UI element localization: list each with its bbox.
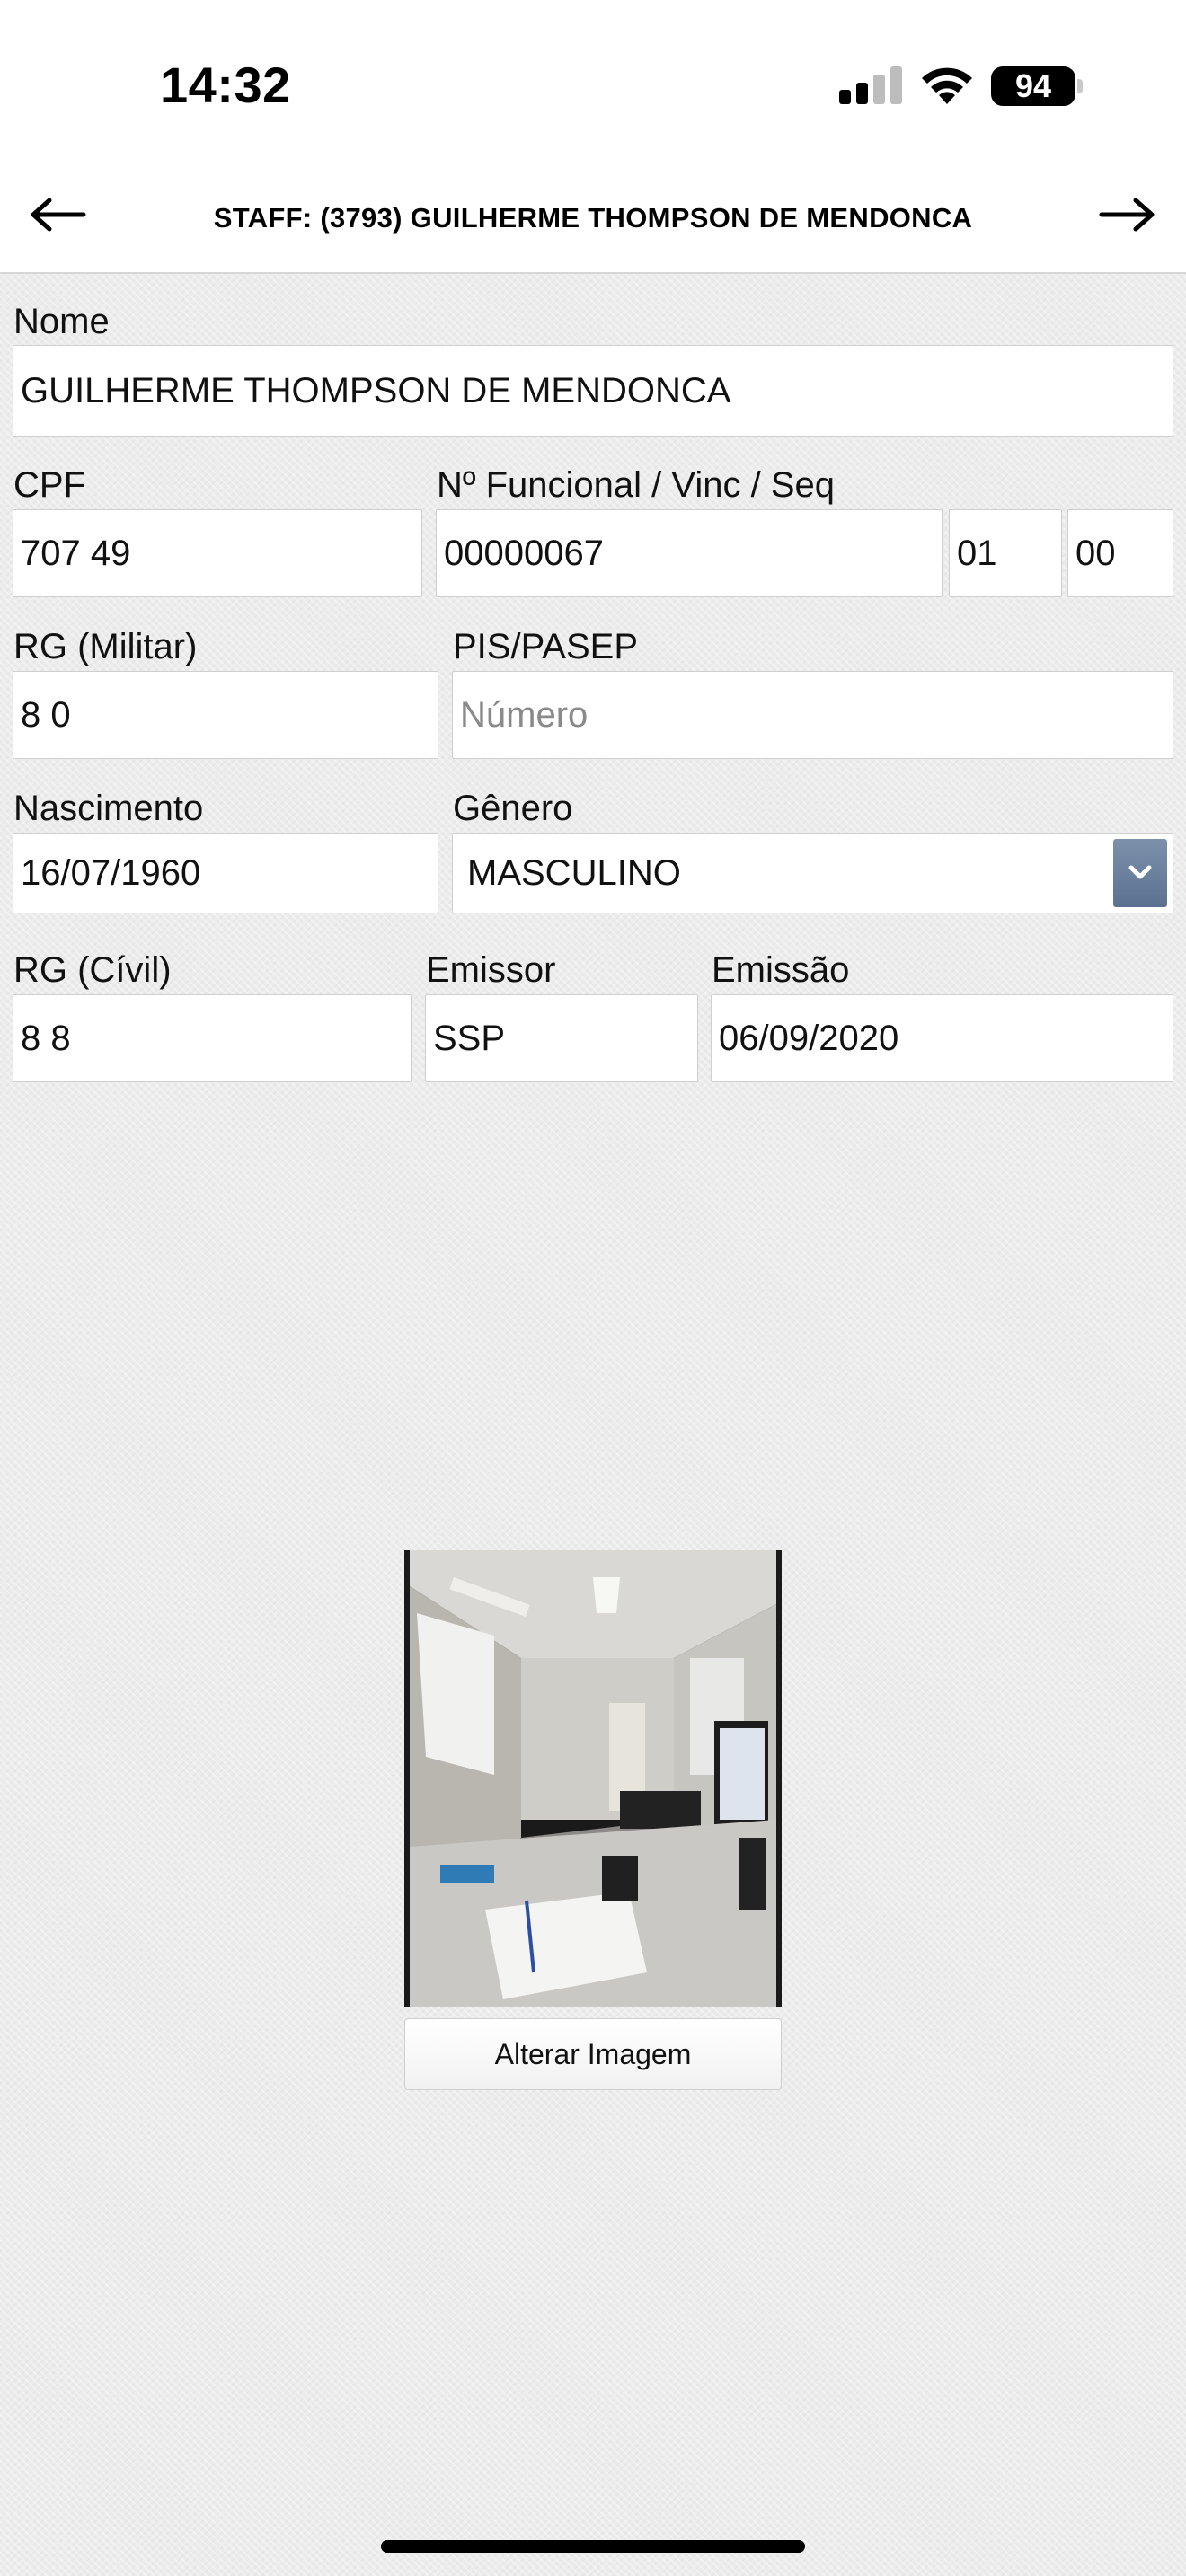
nascimento-field[interactable]: 16/07/1960 — [13, 833, 438, 913]
emissao-field[interactable]: 06/09/2020 — [711, 994, 1173, 1082]
navigation-header: STAFF: (3793) GUILHERME THOMPSON DE MEND… — [0, 175, 1186, 274]
page-title: STAFF: (3793) GUILHERME THOMPSON DE MEND… — [213, 202, 973, 234]
pis-pasep-field[interactable]: Número — [452, 671, 1173, 759]
battery-icon: 94 — [991, 66, 1075, 106]
nascimento-value: 16/07/1960 — [21, 852, 201, 893]
cellular-signal-icon — [839, 65, 902, 104]
rg-civil-label: RG (Cívil) — [13, 950, 172, 990]
change-image-button[interactable]: Alterar Imagem — [404, 2018, 782, 2090]
status-time: 14:32 — [160, 57, 291, 113]
genero-select[interactable]: MASCULINO — [452, 833, 1173, 913]
emissor-label: Emissor — [426, 950, 556, 990]
wifi-icon — [922, 67, 972, 104]
nome-label: Nome — [13, 302, 110, 341]
pis-pasep-label: PIS/PASEP — [453, 627, 639, 666]
nome-field[interactable]: GUILHERME THOMPSON DE MENDONCA — [13, 345, 1173, 437]
seq-field[interactable]: 00 — [1067, 509, 1173, 597]
status-bar: 14:32 94 — [0, 0, 1186, 175]
select-arrow-button[interactable] — [1113, 839, 1167, 907]
funcional-label: Nº Funcional / Vinc / Seq — [437, 465, 835, 505]
rg-militar-label: RG (Militar) — [13, 627, 198, 666]
chevron-down-icon — [1128, 865, 1152, 879]
genero-value: MASCULINO — [467, 852, 681, 893]
arrow-right-icon[interactable] — [1098, 197, 1155, 233]
emissor-value: SSP — [433, 1018, 506, 1058]
cpf-label: CPF — [13, 465, 85, 505]
vinc-field[interactable]: 01 — [949, 509, 1062, 597]
emissor-field[interactable]: SSP — [425, 994, 698, 1082]
battery-tip — [1077, 79, 1083, 93]
nome-value: GUILHERME THOMPSON DE MENDONCA — [21, 370, 731, 410]
cpf-field[interactable]: 707 49 — [13, 509, 422, 597]
seq-value: 00 — [1075, 533, 1116, 573]
profile-photo — [404, 1550, 782, 2007]
genero-label: Gênero — [453, 789, 573, 828]
pis-pasep-placeholder: Número — [460, 694, 589, 735]
cpf-value: 707 49 — [21, 533, 131, 573]
rg-civil-field[interactable]: 8 8 — [13, 994, 412, 1082]
funcional-number-value: 00000067 — [444, 533, 604, 573]
emissao-value: 06/09/2020 — [719, 1018, 899, 1058]
arrow-left-icon[interactable] — [30, 197, 87, 233]
rg-militar-value: 8 0 — [21, 694, 71, 735]
emissao-label: Emissão — [712, 950, 850, 990]
rg-militar-field[interactable]: 8 0 — [13, 671, 438, 759]
funcional-number-field[interactable]: 00000067 — [436, 509, 943, 597]
nascimento-label: Nascimento — [13, 789, 204, 828]
home-indicator[interactable] — [381, 2540, 805, 2553]
office-photo-image — [410, 1550, 776, 2007]
vinc-value: 01 — [957, 533, 997, 573]
rg-civil-value: 8 8 — [21, 1018, 71, 1058]
